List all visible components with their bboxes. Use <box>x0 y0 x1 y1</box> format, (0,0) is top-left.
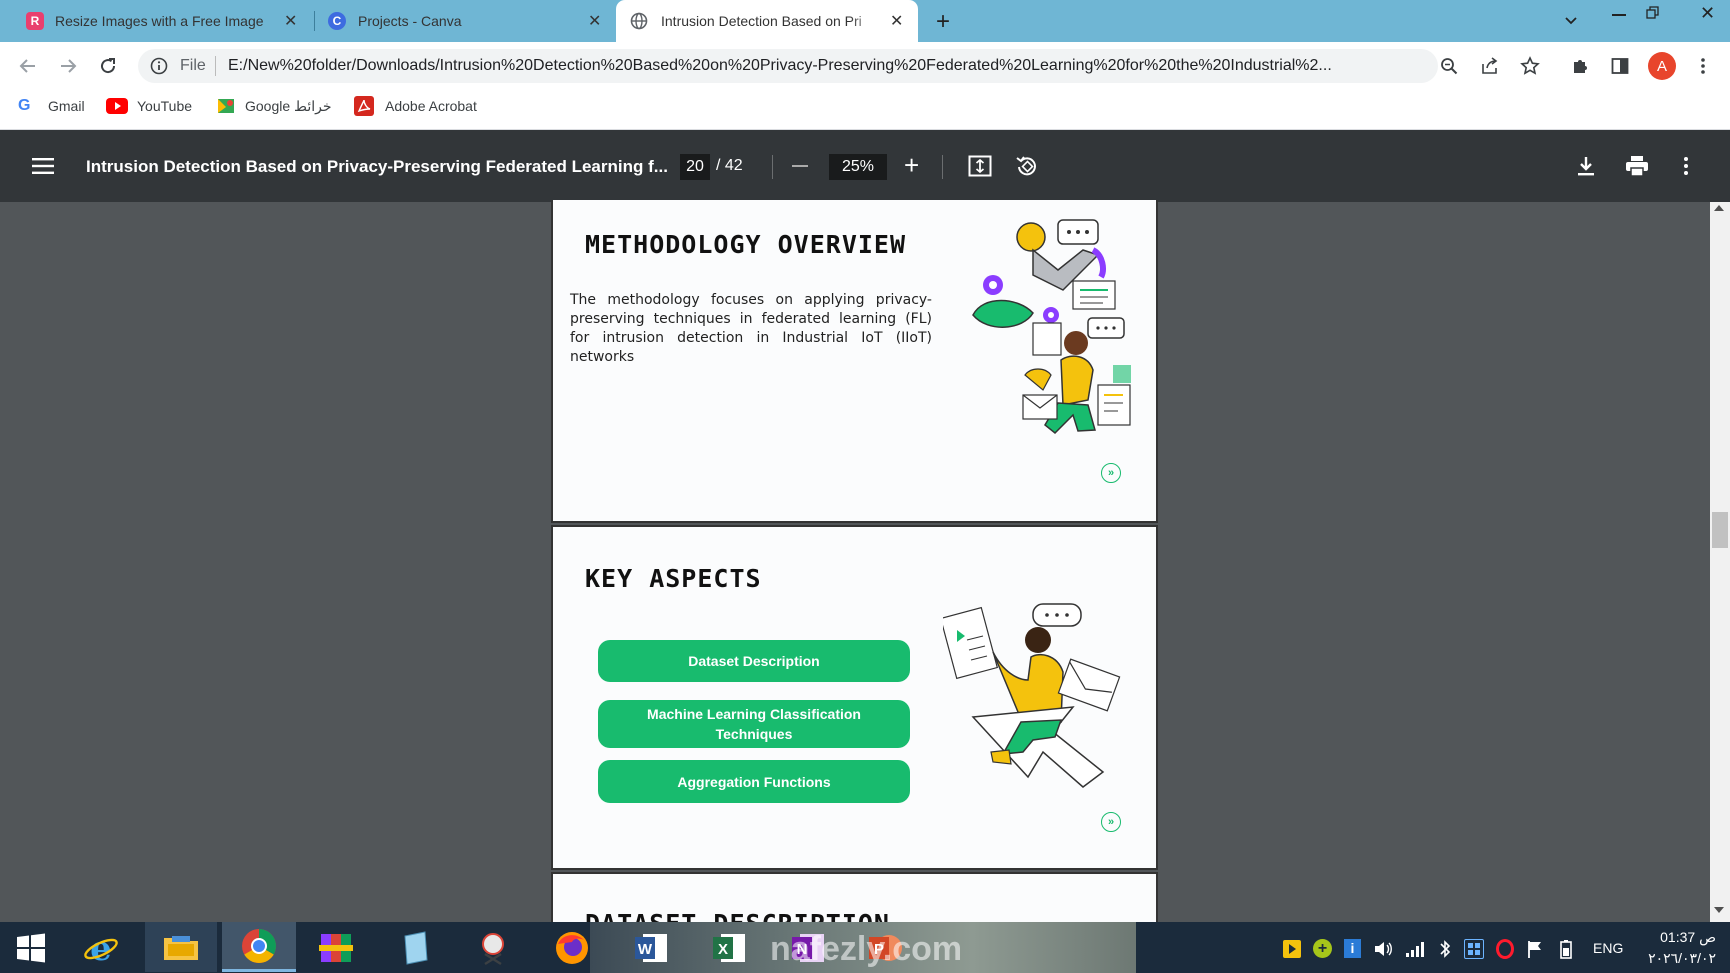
ml-classification-button[interactable]: Machine Learning Classification Techniqu… <box>598 700 910 748</box>
forward-button[interactable] <box>58 56 78 81</box>
toolbar-divider <box>942 155 943 179</box>
tray-info-icon[interactable]: i <box>1344 939 1361 958</box>
adobe-acrobat-icon <box>354 96 374 116</box>
scrollbar-thumb[interactable] <box>1712 512 1728 548</box>
scroll-down-arrow-icon[interactable] <box>1714 907 1724 913</box>
page-number-input[interactable]: 20 <box>680 154 710 180</box>
clock-date[interactable]: ٢٠٢٦/٠٣/٠٢ <box>1634 950 1716 967</box>
input-language[interactable]: ENG <box>1593 940 1623 956</box>
firefox-icon[interactable] <box>553 930 591 966</box>
chrome-menu-icon[interactable] <box>1700 56 1706 81</box>
url-text[interactable]: E:/New%20folder/Downloads/Intrusion%20De… <box>228 57 1428 75</box>
next-arrow-icon[interactable]: » <box>1101 463 1121 483</box>
pdf-title: Intrusion Detection Based on Privacy-Pre… <box>86 157 668 176</box>
close-window-button[interactable]: ✕ <box>1685 0 1730 26</box>
close-tab-icon[interactable]: ✕ <box>588 11 601 31</box>
snipping-tool-icon[interactable] <box>474 930 512 966</box>
bookmark-star-icon[interactable] <box>1520 56 1540 81</box>
bookmark-youtube[interactable]: YouTube <box>137 98 192 114</box>
winrar-icon[interactable] <box>317 930 355 966</box>
tab-search-chevron-icon[interactable] <box>1563 12 1579 33</box>
aggregation-functions-button[interactable]: Aggregation Functions <box>598 760 910 803</box>
svg-text:X: X <box>718 941 728 958</box>
key-aspects-illustration <box>943 603 1121 788</box>
tab-intrusion-detection[interactable]: Intrusion Detection Based on Pri ✕ <box>616 0 918 42</box>
zoom-level-input[interactable]: 25% <box>829 154 887 180</box>
menu-hamburger-icon[interactable] <box>32 157 54 180</box>
tray-plus-icon[interactable]: + <box>1313 939 1332 958</box>
tray-media-icon[interactable] <box>1283 940 1301 958</box>
svg-text:W: W <box>638 941 653 958</box>
tray-opera-icon[interactable] <box>1496 939 1514 959</box>
new-tab-button[interactable]: + <box>936 8 950 36</box>
extensions-puzzle-icon[interactable] <box>1570 56 1590 81</box>
tab-canva[interactable]: C Projects - Canva ✕ <box>306 0 614 42</box>
zoom-lens-icon[interactable] <box>1440 57 1458 80</box>
dataset-description-button[interactable]: Dataset Description <box>598 640 910 682</box>
tray-app-icon[interactable] <box>1464 939 1484 959</box>
download-icon[interactable] <box>1575 155 1597 182</box>
volume-icon[interactable] <box>1373 940 1393 963</box>
more-options-icon[interactable] <box>1683 156 1689 181</box>
file-explorer-icon[interactable] <box>145 922 217 972</box>
minimize-button[interactable] <box>1612 14 1626 16</box>
slide-title: METHODOLOGY OVERVIEW <box>585 230 907 259</box>
tab-title: Projects - Canva <box>358 13 462 29</box>
bookmark-adobe-acrobat[interactable]: Adobe Acrobat <box>385 98 477 114</box>
close-tab-icon[interactable]: ✕ <box>284 11 297 31</box>
chrome-taskbar-icon[interactable] <box>222 922 296 972</box>
zoom-out-button[interactable] <box>792 165 808 167</box>
back-button[interactable] <box>18 56 38 81</box>
internet-explorer-icon[interactable]: e <box>82 930 120 966</box>
windows-start-icon[interactable] <box>12 930 50 966</box>
watermark-text: nafezly.com <box>770 930 963 968</box>
globe-icon <box>630 12 648 30</box>
bookmark-google-maps[interactable]: Google خرائط <box>245 98 332 115</box>
bookmark-gmail[interactable]: Gmail <box>48 98 85 114</box>
slide-body: The methodology focuses on applying priv… <box>570 292 932 365</box>
clock-time[interactable]: 01:37 ص <box>1640 929 1716 946</box>
tab-title: Intrusion Detection Based on Pri <box>661 13 862 29</box>
fit-to-page-icon[interactable] <box>968 155 992 182</box>
next-arrow-icon[interactable]: » <box>1101 812 1121 832</box>
excel-icon[interactable]: X <box>710 930 748 966</box>
slide-title: KEY ASPECTS <box>585 564 762 593</box>
profile-avatar[interactable]: A <box>1648 52 1676 80</box>
methodology-illustration <box>972 219 1131 435</box>
side-panel-icon[interactable] <box>1610 56 1630 81</box>
url-divider <box>215 56 216 76</box>
rotate-icon[interactable] <box>1015 154 1039 183</box>
bluetooth-icon[interactable] <box>1438 939 1452 964</box>
print-icon[interactable] <box>1625 155 1649 182</box>
youtube-icon <box>106 98 128 114</box>
tab-resize-images[interactable]: R Resize Images with a Free Image ✕ <box>0 0 310 42</box>
pdf-page-methodology: METHODOLOGY OVERVIEW The methodology foc… <box>551 200 1158 523</box>
pdf-page-key-aspects: KEY ASPECTS Dataset Description Machine … <box>551 525 1158 870</box>
share-icon[interactable] <box>1480 56 1500 81</box>
page-total: / 42 <box>716 157 743 174</box>
zoom-in-button[interactable]: + <box>904 152 919 178</box>
canva-favicon-icon: C <box>328 12 346 30</box>
network-signal-icon[interactable] <box>1405 940 1425 963</box>
google-g-icon: G <box>18 97 31 114</box>
restore-button[interactable] <box>1646 6 1660 19</box>
scrollbar-track[interactable] <box>1710 202 1730 922</box>
svg-text:e: e <box>90 930 112 966</box>
resize-favicon-icon: R <box>26 12 44 30</box>
google-maps-icon <box>216 96 236 121</box>
close-tab-icon[interactable]: ✕ <box>890 11 903 31</box>
word-icon[interactable]: W <box>632 930 670 966</box>
toolbar-divider <box>772 155 773 179</box>
battery-icon[interactable] <box>1556 939 1576 964</box>
notepad-icon[interactable] <box>396 930 434 966</box>
action-center-flag-icon[interactable] <box>1526 939 1544 964</box>
info-icon[interactable] <box>150 57 168 80</box>
scroll-up-arrow-icon[interactable] <box>1714 205 1724 211</box>
reload-button[interactable] <box>98 56 118 81</box>
tab-title: Resize Images with a Free Image <box>55 13 264 29</box>
url-scheme: File <box>180 57 206 74</box>
